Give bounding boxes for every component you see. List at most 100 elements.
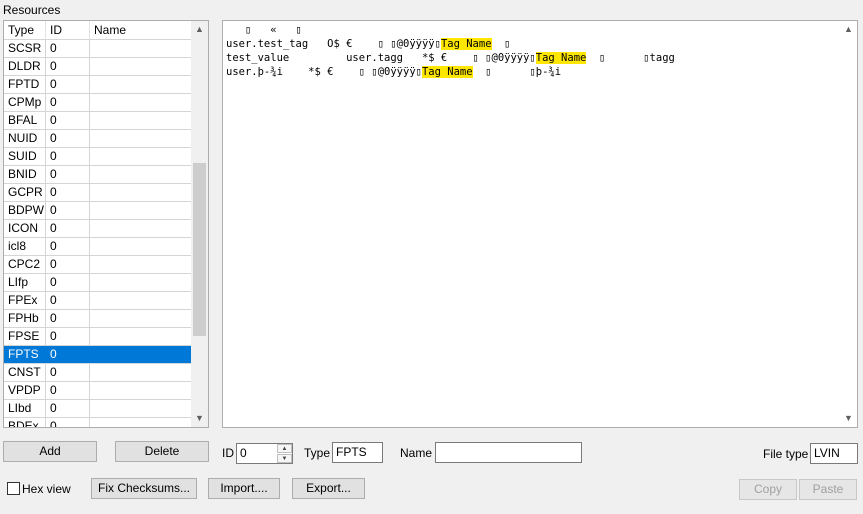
- data-line: user.test_tag O$ € ▯ ▯@0ÿÿÿÿ▯Tag Name ▯: [226, 37, 675, 51]
- scroll-down-icon[interactable]: ▼: [840, 410, 857, 427]
- delete-button[interactable]: Delete: [115, 441, 209, 462]
- table-row[interactable]: BFAL 0: [4, 112, 192, 130]
- type-field[interactable]: FPTS: [332, 442, 383, 463]
- paste-button[interactable]: Paste: [799, 479, 857, 500]
- row-id-cell: 0: [46, 400, 90, 417]
- row-type-cell: FPTD: [4, 76, 46, 93]
- table-row[interactable]: DLDR 0: [4, 58, 192, 76]
- add-button[interactable]: Add: [3, 441, 97, 462]
- row-id-cell: 0: [46, 346, 90, 363]
- row-type-cell: VPDP: [4, 382, 46, 399]
- row-type-cell: FPHb: [4, 310, 46, 327]
- row-id-cell: 0: [46, 220, 90, 237]
- scroll-up-icon[interactable]: ▲: [191, 21, 208, 38]
- row-id-cell: 0: [46, 148, 90, 165]
- id-field[interactable]: 0: [236, 443, 278, 464]
- row-id-cell: 0: [46, 238, 90, 255]
- row-id-cell: 0: [46, 58, 90, 75]
- table-row[interactable]: SUID 0: [4, 148, 192, 166]
- column-header-name[interactable]: Name: [90, 21, 192, 39]
- row-id-cell: 0: [46, 202, 90, 219]
- data-text: ▯ « ▯: [226, 24, 302, 36]
- row-name-cell: [90, 274, 192, 291]
- spin-down-icon[interactable]: ▼: [277, 454, 292, 463]
- scrollbar-thumb[interactable]: [193, 163, 206, 336]
- table-row[interactable]: LIfp 0: [4, 274, 192, 292]
- data-text: user.test_tag O$ € ▯ ▯@0ÿÿÿÿ▯: [226, 38, 441, 50]
- table-row[interactable]: icl8 0: [4, 238, 192, 256]
- table-row[interactable]: FPTD 0: [4, 76, 192, 94]
- row-type-cell: BNID: [4, 166, 46, 183]
- row-id-cell: 0: [46, 112, 90, 129]
- id-spinner[interactable]: ▲ ▼: [277, 443, 293, 464]
- export-button[interactable]: Export...: [292, 478, 365, 499]
- data-text: ▯ ▯þ-¾i: [472, 66, 562, 78]
- row-id-cell: 0: [46, 274, 90, 291]
- fix-checksums-button[interactable]: Fix Checksums...: [91, 478, 197, 499]
- row-id-cell: 0: [46, 418, 90, 427]
- table-row[interactable]: BDPW 0: [4, 202, 192, 220]
- file-type-field[interactable]: LVIN: [810, 443, 858, 464]
- table-row[interactable]: BNID 0: [4, 166, 192, 184]
- row-name-cell: [90, 238, 192, 255]
- row-type-cell: NUID: [4, 130, 46, 147]
- row-type-cell: SCSR: [4, 40, 46, 57]
- file-type-label: File type: [763, 447, 809, 461]
- resource-data-view[interactable]: ▯ « ▯ user.test_tag O$ € ▯ ▯@0ÿÿÿÿ▯Tag Na…: [222, 20, 858, 428]
- row-id-cell: 0: [46, 328, 90, 345]
- table-row[interactable]: BDEx 0: [4, 418, 192, 427]
- row-type-cell: GCPR: [4, 184, 46, 201]
- column-header-type[interactable]: Type: [4, 21, 46, 39]
- row-type-cell: BDEx: [4, 418, 46, 427]
- table-row[interactable]: ICON 0: [4, 220, 192, 238]
- scroll-down-icon[interactable]: ▼: [191, 410, 208, 427]
- table-row[interactable]: VPDP 0: [4, 382, 192, 400]
- highlighted-text: Tag Name: [535, 52, 587, 64]
- spin-up-icon[interactable]: ▲: [277, 444, 292, 453]
- row-type-cell: BFAL: [4, 112, 46, 129]
- id-label: ID: [222, 446, 234, 460]
- table-row[interactable]: FPSE 0: [4, 328, 192, 346]
- copy-button[interactable]: Copy: [739, 479, 797, 500]
- table-row[interactable]: FPTS 0: [4, 346, 192, 364]
- data-line: ▯ « ▯: [226, 23, 675, 37]
- hex-view-checkbox[interactable]: [7, 482, 20, 495]
- data-line: user.þ-¾i *$ € ▯ ▯@0ÿÿÿÿ▯Tag Name ▯ ▯þ-¾…: [226, 65, 675, 79]
- column-header-id[interactable]: ID: [46, 21, 90, 39]
- row-id-cell: 0: [46, 130, 90, 147]
- table-row[interactable]: NUID 0: [4, 130, 192, 148]
- import-button[interactable]: Import....: [208, 478, 280, 499]
- row-name-cell: [90, 256, 192, 273]
- resource-rows: SCSR 0 DLDR 0 FPTD 0 CPMp 0 BFAL 0 NUID 0 SUID 0 BNID 0…: [4, 40, 192, 427]
- table-row[interactable]: LIbd 0: [4, 400, 192, 418]
- row-id-cell: 0: [46, 256, 90, 273]
- resource-list[interactable]: Type ID Name SCSR 0 DLDR 0 FPTD 0 CPMp 0 BFAL 0 NU…: [3, 20, 209, 428]
- table-row[interactable]: CPC2 0: [4, 256, 192, 274]
- table-row[interactable]: CNST 0: [4, 364, 192, 382]
- row-name-cell: [90, 310, 192, 327]
- row-name-cell: [90, 58, 192, 75]
- row-name-cell: [90, 346, 192, 363]
- resource-list-header: Type ID Name: [4, 21, 192, 40]
- table-row[interactable]: SCSR 0: [4, 40, 192, 58]
- data-text: test_value user.tagg *$ € ▯ ▯@0ÿÿÿÿ▯: [226, 52, 536, 64]
- table-row[interactable]: GCPR 0: [4, 184, 192, 202]
- row-id-cell: 0: [46, 184, 90, 201]
- table-row[interactable]: FPHb 0: [4, 310, 192, 328]
- row-name-cell: [90, 328, 192, 345]
- row-name-cell: [90, 418, 192, 427]
- row-name-cell: [90, 94, 192, 111]
- table-row[interactable]: FPEx 0: [4, 292, 192, 310]
- row-name-cell: [90, 40, 192, 57]
- row-name-cell: [90, 400, 192, 417]
- resource-list-scrollbar[interactable]: ▲ ▼: [191, 21, 208, 427]
- name-field[interactable]: [435, 442, 582, 463]
- table-row[interactable]: CPMp 0: [4, 94, 192, 112]
- hex-view-label[interactable]: Hex view: [22, 479, 71, 499]
- data-line: test_value user.tagg *$ € ▯ ▯@0ÿÿÿÿ▯Tag …: [226, 51, 675, 65]
- scroll-up-icon[interactable]: ▲: [840, 21, 857, 38]
- row-type-cell: CNST: [4, 364, 46, 381]
- data-view-scrollbar[interactable]: ▲ ▼: [840, 21, 857, 427]
- data-text: ▯: [491, 38, 511, 50]
- data-text: ▯ ▯tagg: [586, 52, 675, 64]
